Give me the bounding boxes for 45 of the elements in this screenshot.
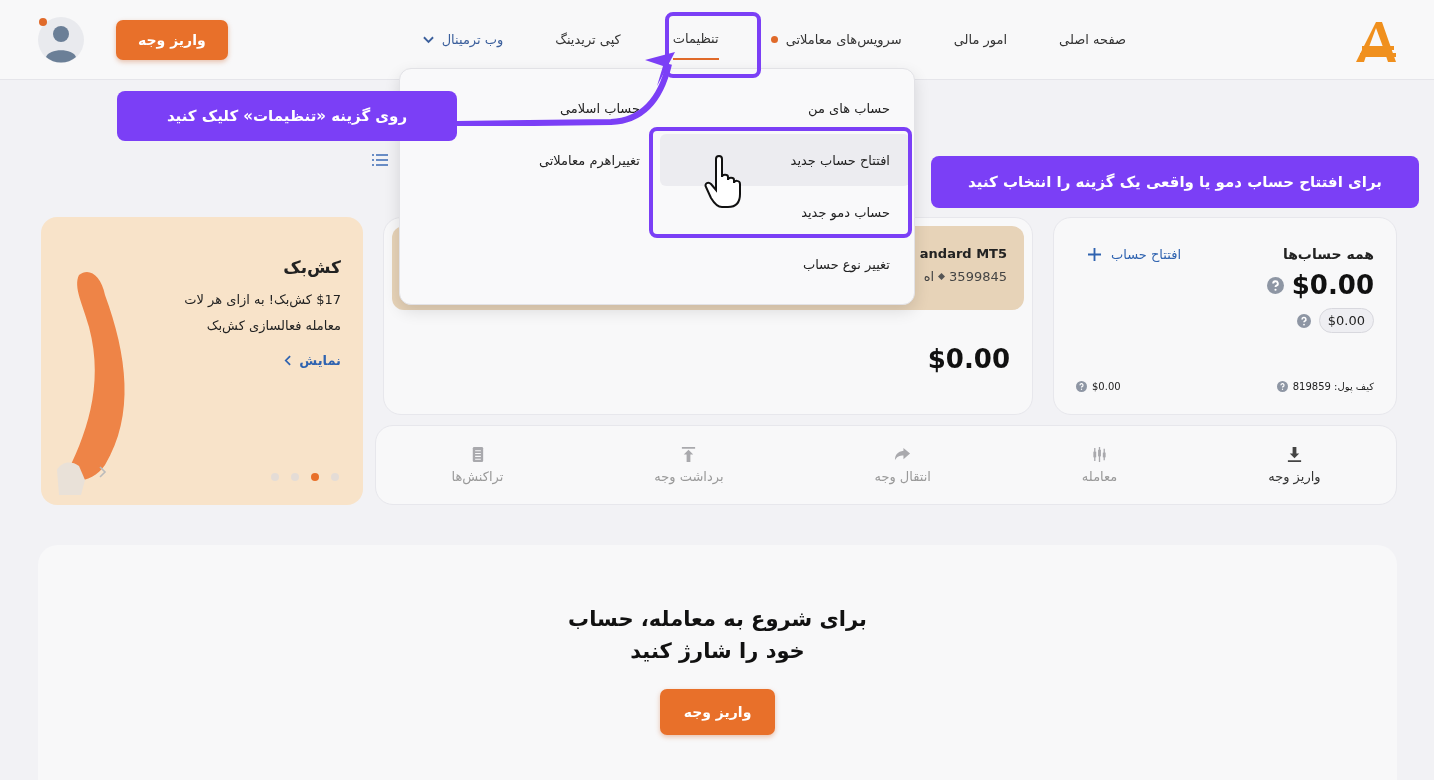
download-icon <box>1285 446 1303 463</box>
menu-item[interactable]: تغییراهرم معاملاتی <box>538 145 640 175</box>
show-link[interactable]: نمایش <box>284 353 341 368</box>
account-number: 3599845 <box>949 269 1007 284</box>
diamond-icon <box>938 273 946 280</box>
pointer-hand-icon <box>704 155 744 209</box>
upload-icon <box>680 446 698 463</box>
logo-icon[interactable] <box>1354 21 1398 62</box>
callout-label: برای افتتاح حساب دمو یا واقعی یک گزینه را انتخاب کنید <box>931 156 1419 208</box>
wallet-balance: $0.00 <box>1092 381 1121 392</box>
slide-dot[interactable] <box>311 473 319 481</box>
nav-link[interactable]: وب ترمینال <box>422 19 504 60</box>
help-icon[interactable] <box>1276 381 1288 392</box>
candlestick-icon <box>1091 446 1109 463</box>
callout-label: روی گزینه «تنظیمات» کلیک کنید <box>117 91 457 141</box>
nav-link[interactable]: امور مالی <box>953 19 1008 60</box>
nav-link[interactable]: کپی تریدینگ <box>555 19 621 60</box>
balance-pill: $0.00 <box>1318 308 1374 333</box>
open-account-link[interactable]: افتتاح حساب <box>1088 246 1181 262</box>
chevron-left-icon <box>284 355 292 366</box>
account-balance: $0.00 <box>927 344 1010 374</box>
wallet-label: کیف پول: 819859 <box>1292 381 1374 392</box>
action-button[interactable]: واریز وجه <box>1258 442 1331 488</box>
avatar[interactable] <box>38 16 84 63</box>
menu-item[interactable]: تغییر نوع حساب <box>802 249 890 279</box>
help-icon[interactable] <box>1076 381 1087 392</box>
account-tag: اه <box>923 269 935 284</box>
menu-item[interactable]: حساب دمو جدید <box>801 197 890 227</box>
chevron-down-icon <box>422 35 434 44</box>
menu-item[interactable]: حساب اسلامی <box>559 93 640 123</box>
help-icon[interactable] <box>1266 276 1284 294</box>
total-balance: $0.00 <box>1291 270 1374 300</box>
nav-link[interactable]: صفحه اصلی <box>1059 19 1126 60</box>
card-title: همه حساب‌ها <box>1282 246 1374 262</box>
menu-item[interactable]: حساب های من <box>808 93 890 123</box>
plus-icon <box>1088 247 1101 261</box>
chevron-right-icon[interactable] <box>99 466 107 478</box>
menu-item[interactable]: افتتاح حساب جدید <box>660 134 910 186</box>
promo-text: $17 کش‌بک! به ازای هر لات معامله فعالسازی کش‌بک <box>183 291 341 336</box>
nav-link[interactable]: سرویس‌های معاملاتی <box>770 19 902 60</box>
list-icon[interactable] <box>372 154 388 166</box>
account-name: andard MT5 <box>919 246 1007 261</box>
cta-heading: برای شروع به معامله، حساب خود را شارژ کنید <box>567 606 868 665</box>
help-icon[interactable] <box>1296 313 1311 328</box>
promo-title: کش‌بک <box>283 257 341 277</box>
